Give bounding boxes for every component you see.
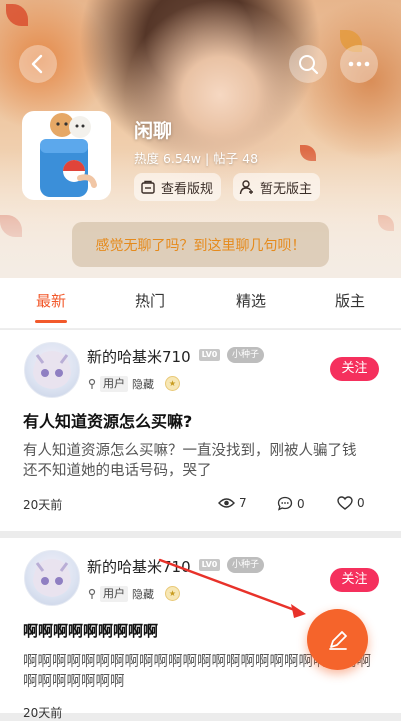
annotation-arrow bbox=[158, 558, 306, 618]
new-post-button[interactable] bbox=[307, 609, 368, 670]
edit-icon bbox=[328, 630, 347, 650]
